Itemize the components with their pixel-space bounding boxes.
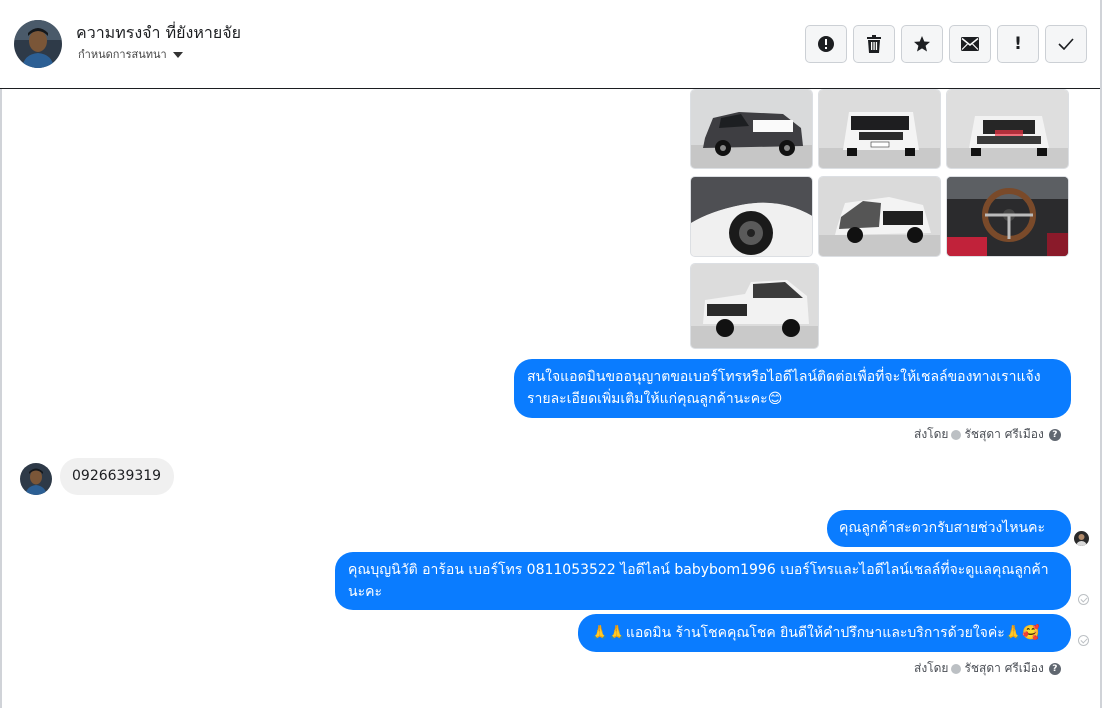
image-attachment[interactable] xyxy=(818,176,941,257)
delivered-check-icon xyxy=(1078,594,1089,605)
follow-up-button[interactable]: ! xyxy=(997,25,1039,63)
message-text: 0926639319 xyxy=(72,468,162,484)
contact-avatar-small[interactable] xyxy=(20,463,52,495)
outgoing-message[interactable]: สนใจแอดมินขออนุญาตขอเบอร์โทรหรือไอดีไลน์… xyxy=(514,359,1071,418)
assign-conversation-dropdown[interactable]: กำหนดการสนทนา xyxy=(78,45,183,63)
help-icon[interactable]: ? xyxy=(1048,428,1061,441)
checkmark-icon xyxy=(1058,38,1074,50)
alert-circle-icon xyxy=(818,36,834,52)
sent-by-info: ส่งโดย รัชสุดา ศรีเมือง ? xyxy=(914,425,1061,444)
message-text: คุณลูกค้าสะดวกรับสายช่วงไหนคะ xyxy=(839,520,1046,536)
image-attachment[interactable] xyxy=(690,176,813,257)
contact-name: ความทรงจำ ที่ยังหายจัย xyxy=(76,23,242,42)
sender-name[interactable]: รัชสุดา ศรีเมือง xyxy=(964,659,1043,678)
message-text: คุณบุญนิวัติ อาร้อน เบอร์โทร 0811053522 … xyxy=(348,562,1049,600)
image-attachment[interactable] xyxy=(690,263,819,349)
contact-avatar[interactable] xyxy=(14,20,62,68)
sent-by-label: ส่งโดย xyxy=(914,427,949,441)
trash-icon xyxy=(867,35,881,53)
conversation-header: ความทรงจำ ที่ยังหายจัย กำหนดการสนทนา ! xyxy=(0,0,1102,89)
mark-unread-button[interactable] xyxy=(949,25,991,63)
help-icon[interactable]: ? xyxy=(1048,662,1061,675)
sender-name[interactable]: รัชสุดา ศรีเมือง xyxy=(964,425,1043,444)
incoming-message[interactable]: 0926639319 xyxy=(60,458,174,495)
star-icon xyxy=(914,36,930,52)
star-button[interactable] xyxy=(901,25,943,63)
exclamation-icon: ! xyxy=(1014,34,1022,54)
verified-icon xyxy=(951,429,962,440)
sent-by-label: ส่งโดย xyxy=(914,661,949,675)
verified-icon xyxy=(951,663,962,674)
left-border xyxy=(0,89,2,708)
sent-by-info: ส่งโดย รัชสุดา ศรีเมือง ? xyxy=(914,659,1061,678)
header-actions: ! xyxy=(805,25,1087,63)
envelope-icon xyxy=(961,37,979,51)
image-attachment[interactable] xyxy=(946,89,1069,169)
outgoing-message[interactable]: 🙏🙏แอดมิน ร้านโชคคุณโชค ยินดีให้คำปรึกษาแ… xyxy=(578,614,1071,652)
mark-done-button[interactable] xyxy=(1045,25,1087,63)
delete-button[interactable] xyxy=(853,25,895,63)
delivered-check-icon xyxy=(1078,635,1089,646)
mark-spam-button[interactable] xyxy=(805,25,847,63)
outgoing-message[interactable]: คุณลูกค้าสะดวกรับสายช่วงไหนคะ xyxy=(827,510,1071,547)
outgoing-message[interactable]: คุณบุญนิวัติ อาร้อน เบอร์โทร 0811053522 … xyxy=(335,552,1071,610)
message-text: สนใจแอดมินขออนุญาตขอเบอร์โทรหรือไอดีไลน์… xyxy=(527,369,1041,407)
seen-avatar xyxy=(1074,531,1089,546)
assign-label: กำหนดการสนทนา xyxy=(78,48,167,61)
caret-down-icon xyxy=(172,51,183,58)
image-attachment[interactable] xyxy=(818,89,941,169)
message-text: 🙏🙏แอดมิน ร้านโชคคุณโชค ยินดีให้คำปรึกษาแ… xyxy=(591,625,1040,641)
image-attachment[interactable] xyxy=(690,89,813,169)
image-attachment[interactable] xyxy=(946,176,1069,257)
